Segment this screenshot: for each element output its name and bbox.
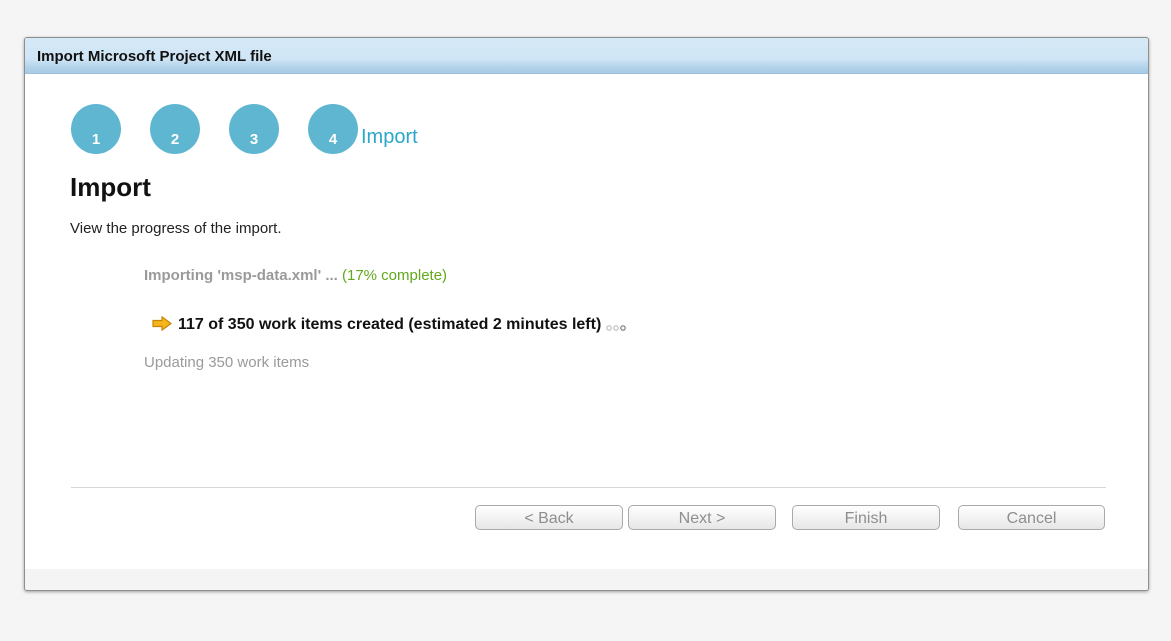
step-2-indicator: 2 — [150, 104, 200, 154]
back-button[interactable]: < Back — [475, 505, 623, 530]
pending-task-text: Updating 350 work items — [144, 354, 310, 371]
import-progress-status: Importing 'msp-data.xml' ... (17% comple… — [144, 267, 447, 284]
arrow-right-icon — [152, 316, 172, 336]
step-1-number: 1 — [91, 131, 101, 148]
step-3-indicator: 3 — [229, 104, 279, 154]
importing-file-text: Importing 'msp-data.xml' ... — [144, 267, 338, 284]
next-button[interactable]: Next > — [628, 505, 776, 530]
step-4-number: 4 — [328, 131, 338, 148]
button-separator — [71, 487, 1106, 488]
import-dialog: Import Microsoft Project XML file 1 2 3 … — [24, 37, 1149, 591]
page-title: Import — [70, 172, 151, 202]
current-task: 117 of 350 work items created (estimated… — [152, 316, 629, 337]
dialog-footer — [25, 569, 1148, 590]
step-1-indicator: 1 — [71, 104, 121, 154]
finish-button[interactable]: Finish — [792, 505, 940, 530]
dialog-title: Import Microsoft Project XML file — [37, 48, 272, 65]
current-step-label: Import — [361, 126, 418, 148]
percent-complete-text: (17% complete) — [342, 267, 448, 284]
dialog-titlebar: Import Microsoft Project XML file — [25, 38, 1148, 74]
step-3-number: 3 — [249, 131, 259, 148]
step-4-indicator: 4 — [308, 104, 358, 154]
loading-dots-icon — [605, 319, 629, 337]
cancel-button[interactable]: Cancel — [958, 505, 1105, 530]
page-description: View the progress of the import. — [70, 220, 282, 237]
current-task-text: 117 of 350 work items created (estimated… — [178, 316, 602, 333]
step-2-number: 2 — [170, 131, 180, 148]
